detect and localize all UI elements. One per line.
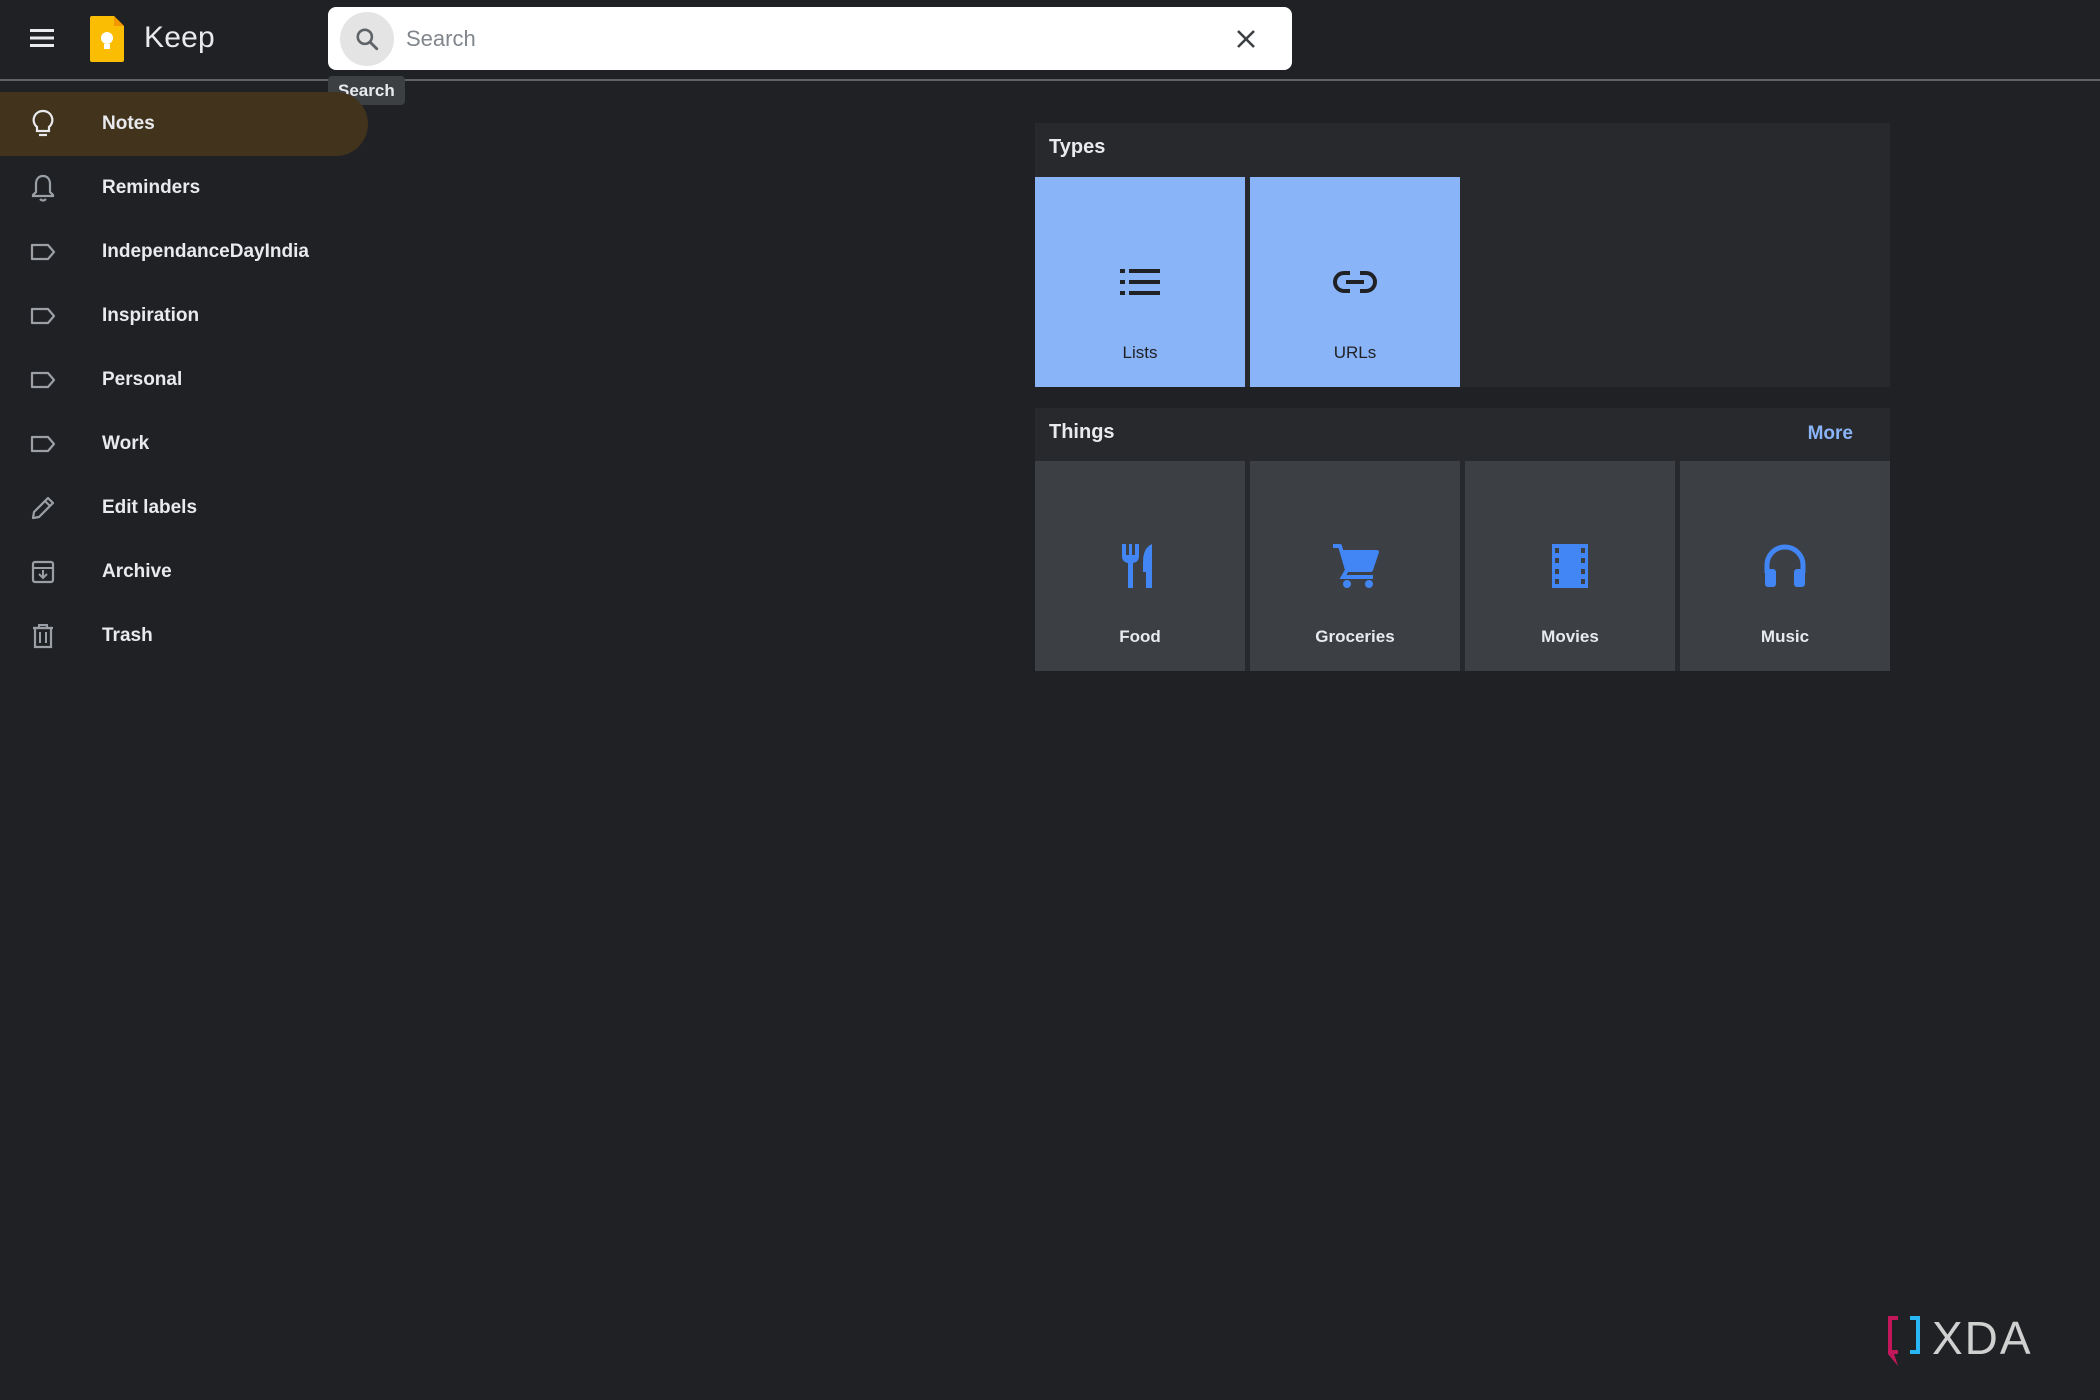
- sidebar-item-label: Reminders: [102, 177, 201, 198]
- sidebar-item-independancedayindia[interactable]: IndependanceDayIndia: [0, 220, 368, 284]
- things-panel: Things More Food Groceries Movies Music: [1035, 408, 1890, 671]
- main-menu-button[interactable]: [22, 18, 62, 58]
- trash-icon: [28, 621, 58, 651]
- thing-tile-food[interactable]: Food: [1035, 461, 1245, 671]
- tile-label: Lists: [1122, 343, 1158, 362]
- sidebar-item-label: Work: [102, 433, 150, 454]
- keep-bulb-logo[interactable]: [88, 14, 126, 64]
- more-link[interactable]: More: [1808, 423, 1853, 445]
- tile-label: Food: [1119, 627, 1161, 646]
- svg-text:XDA: XDA: [1932, 1312, 2033, 1364]
- search-icon: [356, 27, 379, 50]
- types-title: Types: [1049, 136, 1106, 158]
- lightbulb-icon: [28, 109, 58, 139]
- label-icon: [28, 301, 58, 331]
- type-tile-lists[interactable]: Lists: [1035, 177, 1245, 387]
- sidebar-item-personal[interactable]: Personal: [0, 348, 368, 412]
- types-panel: Types Lists URLs: [1035, 123, 1890, 387]
- sidebar-item-label: Personal: [102, 369, 183, 390]
- sidebar-item-label: IndependanceDayIndia: [102, 241, 309, 262]
- sidebar: Notes Reminders IndependanceDayIndia Ins…: [0, 92, 368, 668]
- things-title: Things: [1049, 421, 1115, 443]
- film-icon: [1545, 541, 1595, 591]
- thing-tile-music[interactable]: Music: [1680, 461, 1890, 671]
- sidebar-item-label: Edit labels: [102, 497, 198, 518]
- tile-label: Groceries: [1315, 627, 1395, 646]
- search-input[interactable]: [394, 25, 1222, 52]
- sidebar-item-label: Archive: [102, 561, 172, 582]
- sidebar-item-label: Notes: [102, 113, 155, 134]
- label-icon: [28, 365, 58, 395]
- hamburger-menu-icon: [30, 29, 54, 47]
- type-tile-urls[interactable]: URLs: [1250, 177, 1460, 387]
- sidebar-item-archive[interactable]: Archive: [0, 540, 368, 604]
- label-icon: [28, 237, 58, 267]
- list-icon: [1115, 257, 1165, 307]
- search-bar: [328, 7, 1292, 70]
- clear-search-button[interactable]: [1222, 15, 1270, 63]
- pencil-icon: [28, 493, 58, 523]
- sidebar-item-work[interactable]: Work: [0, 412, 368, 476]
- sidebar-item-notes[interactable]: Notes: [0, 92, 368, 156]
- close-icon: [1237, 29, 1255, 48]
- label-icon: [28, 429, 58, 459]
- shopping-cart-icon: [1330, 541, 1380, 591]
- sidebar-item-inspiration[interactable]: Inspiration: [0, 284, 368, 348]
- sidebar-item-label: Trash: [102, 625, 153, 646]
- sidebar-item-edit-labels[interactable]: Edit labels: [0, 476, 368, 540]
- search-button[interactable]: [340, 11, 394, 66]
- sidebar-item-label: Inspiration: [102, 305, 200, 326]
- sidebar-item-reminders[interactable]: Reminders: [0, 156, 368, 220]
- tile-label: Music: [1760, 627, 1810, 646]
- top-bar: Keep: [0, 0, 2100, 81]
- sidebar-item-trash[interactable]: Trash: [0, 604, 368, 668]
- bell-icon: [28, 173, 58, 203]
- xda-watermark: XDA: [1880, 1310, 2080, 1370]
- tile-label: URLs: [1333, 343, 1377, 362]
- link-icon: [1330, 257, 1380, 307]
- thing-tile-groceries[interactable]: Groceries: [1250, 461, 1460, 671]
- tile-label: Movies: [1541, 627, 1599, 646]
- headphones-icon: [1760, 541, 1810, 591]
- thing-tile-movies[interactable]: Movies: [1465, 461, 1675, 671]
- archive-icon: [28, 557, 58, 587]
- restaurant-icon: [1115, 541, 1165, 591]
- app-title[interactable]: Keep: [144, 21, 215, 55]
